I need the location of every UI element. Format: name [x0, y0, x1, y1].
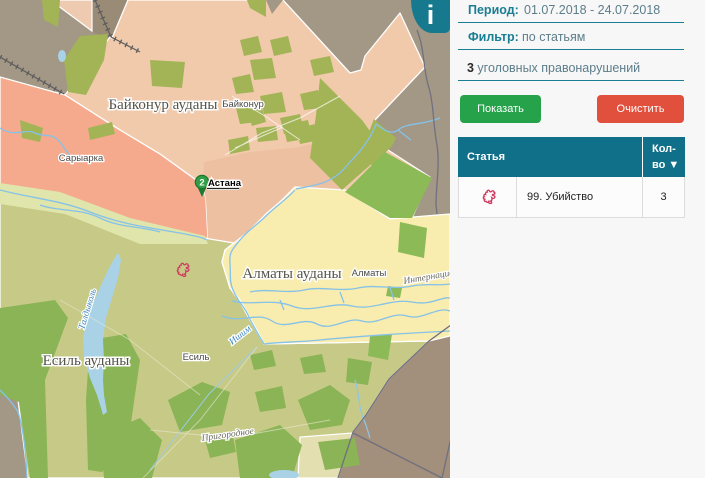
- svg-text:Есиль ауданы: Есиль ауданы: [43, 353, 130, 369]
- svg-text:Алматы: Алматы: [352, 268, 387, 279]
- svg-text:Сарыарка: Сарыарка: [59, 153, 104, 164]
- svg-text:Байконур ауданы: Байконур ауданы: [109, 97, 218, 113]
- svg-text:Есиль: Есиль: [183, 352, 210, 363]
- svg-text:Алматы ауданы: Алматы ауданы: [242, 266, 341, 282]
- svg-text:Байконур: Байконур: [222, 99, 264, 110]
- svg-text:2: 2: [199, 178, 204, 189]
